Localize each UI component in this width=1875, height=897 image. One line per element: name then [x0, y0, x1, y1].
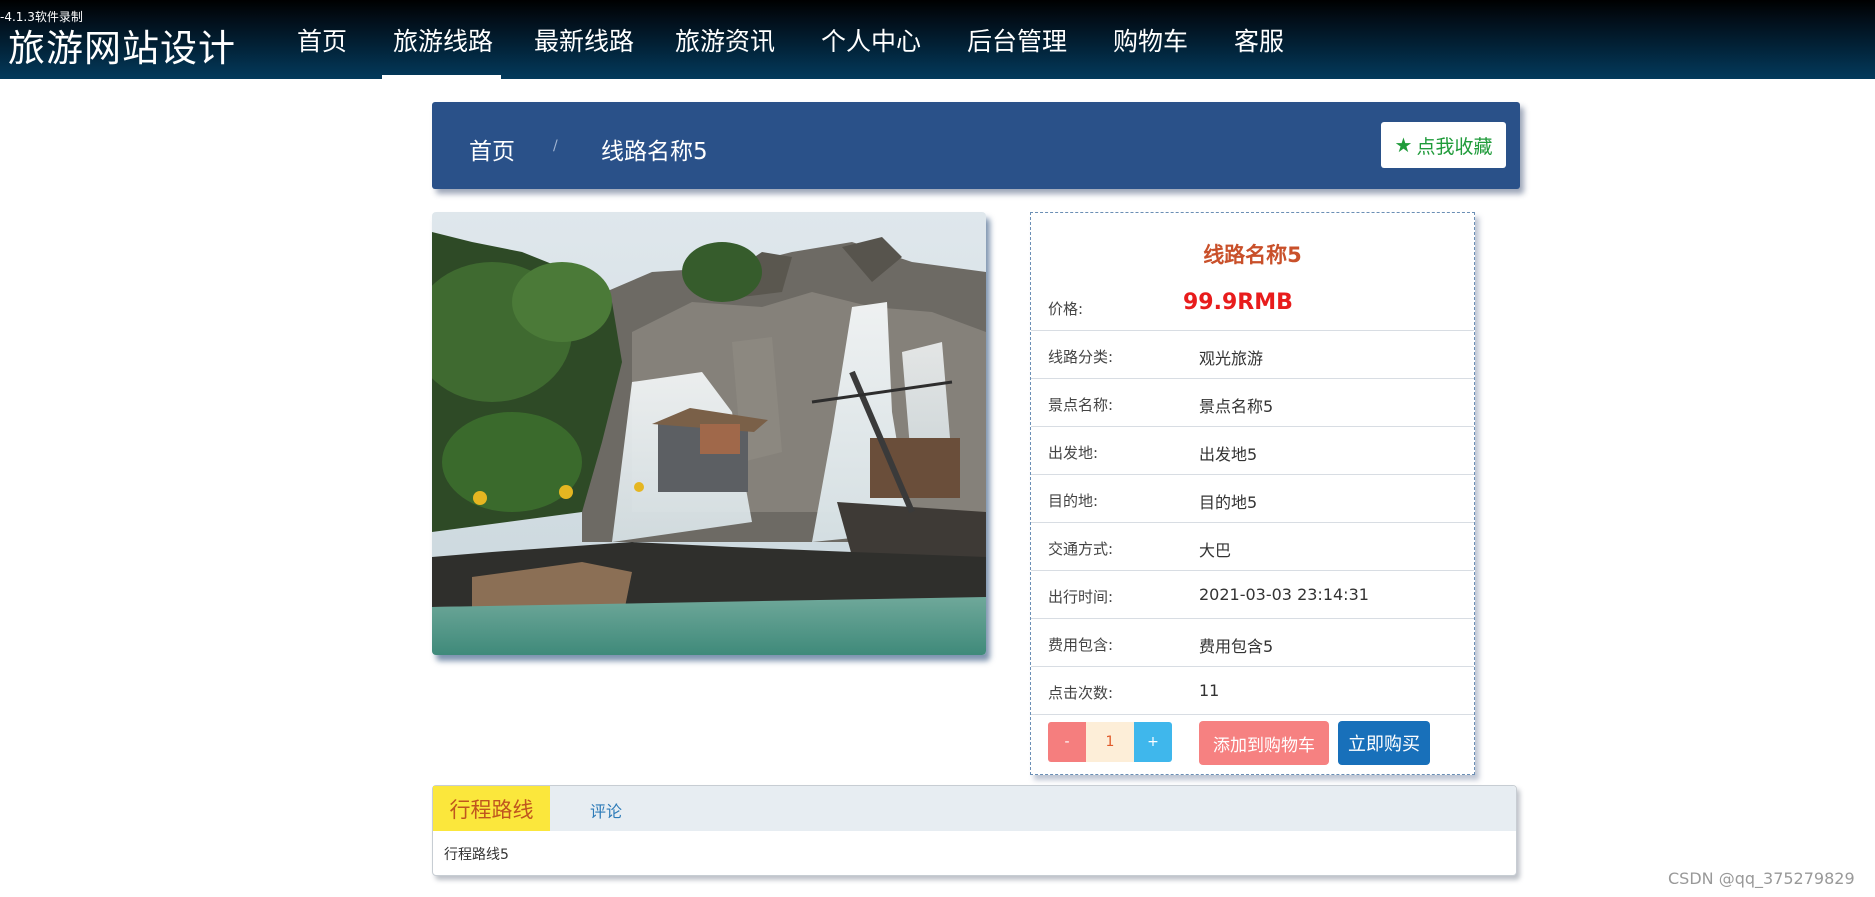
nav-latest-routes[interactable]: 最新线路 [534, 22, 634, 58]
tab-comments[interactable]: 评论 [590, 798, 622, 822]
detail-label: 点击次数: [1048, 684, 1114, 702]
price-value: 99.9RMB [1183, 290, 1293, 315]
nav-customer-service[interactable]: 客服 [1234, 22, 1284, 58]
detail-row: 景点名称: 景点名称5 [1031, 379, 1474, 427]
product-image[interactable] [432, 212, 986, 655]
detail-label: 费用包含: [1048, 636, 1114, 654]
nav-home[interactable]: 首页 [297, 22, 347, 58]
price-label: 价格: [1048, 300, 1084, 318]
detail-row: 线路分类: 观光旅游 [1031, 331, 1474, 379]
price-row: 价格: 99.9RMB [1031, 283, 1474, 331]
detail-value: 出发地5 [1199, 445, 1258, 464]
detail-row: 出行时间: 2021-03-03 23:14:31 [1031, 571, 1474, 619]
nav-cart[interactable]: 购物车 [1113, 22, 1188, 58]
site-title[interactable]: 旅游网站设计 [8, 18, 236, 72]
buy-now-button[interactable]: 立即购买 [1338, 721, 1430, 765]
detail-row: 出发地: 出发地5 [1031, 427, 1474, 475]
product-info-panel: 线路名称5 价格: 99.9RMB 线路分类: 观光旅游 景点名称: 景点名称5… [1030, 212, 1475, 775]
detail-row: 费用包含: 费用包含5 [1031, 619, 1474, 667]
nav-admin[interactable]: 后台管理 [967, 22, 1067, 58]
favorite-button[interactable]: ★ 点我收藏 [1381, 122, 1506, 168]
tab-itinerary[interactable]: 行程路线 [433, 786, 550, 831]
detail-label: 线路分类: [1048, 348, 1114, 366]
detail-tabs: 行程路线 评论 行程路线5 [432, 785, 1517, 876]
breadcrumb-banner: 首页 / 线路名称5 ★ 点我收藏 [432, 102, 1520, 189]
tab-content: 行程路线5 [444, 847, 509, 863]
nav-travel-news[interactable]: 旅游资讯 [675, 22, 775, 58]
detail-label: 目的地: [1048, 492, 1099, 510]
detail-value: 观光旅游 [1199, 349, 1264, 368]
detail-row: 交通方式: 大巴 [1031, 523, 1474, 571]
nav-personal-center[interactable]: 个人中心 [821, 22, 921, 58]
breadcrumb-current: 线路名称5 [601, 139, 708, 165]
detail-value: 2021-03-03 23:14:31 [1199, 585, 1369, 604]
detail-value: 大巴 [1199, 541, 1232, 560]
quantity-increase-button[interactable]: + [1134, 722, 1172, 762]
detail-label: 交通方式: [1048, 540, 1114, 558]
nav-travel-routes[interactable]: 旅游线路 [393, 22, 493, 58]
detail-value: 费用包含5 [1199, 637, 1274, 656]
breadcrumb-separator: / [553, 138, 558, 154]
detail-value: 11 [1199, 681, 1220, 700]
top-navbar: -4.1.3软件录制 旅游网站设计 首页 旅游线路 最新线路 旅游资讯 个人中心… [0, 0, 1875, 79]
quantity-input[interactable] [1086, 722, 1134, 762]
detail-value: 目的地5 [1199, 493, 1258, 512]
watermark: CSDN @qq_375279829 [1668, 869, 1855, 888]
quantity-decrease-button[interactable]: - [1048, 722, 1086, 762]
detail-row: 点击次数: 11 [1031, 667, 1474, 715]
waterfall-scene-image [432, 212, 986, 655]
detail-row: 目的地: 目的地5 [1031, 475, 1474, 523]
detail-value: 景点名称5 [1199, 397, 1274, 416]
detail-label: 出行时间: [1048, 588, 1114, 606]
product-title: 线路名称5 [1203, 243, 1302, 267]
add-to-cart-button[interactable]: 添加到购物车 [1199, 721, 1329, 765]
nav-active-indicator [382, 75, 501, 79]
favorite-button-label: 点我收藏 [1416, 135, 1493, 158]
tabs-header: 行程路线 评论 [433, 786, 1516, 831]
detail-label: 出发地: [1048, 444, 1099, 462]
detail-label: 景点名称: [1048, 396, 1114, 414]
star-icon: ★ [1394, 133, 1413, 157]
breadcrumb-home-link[interactable]: 首页 [469, 132, 515, 166]
